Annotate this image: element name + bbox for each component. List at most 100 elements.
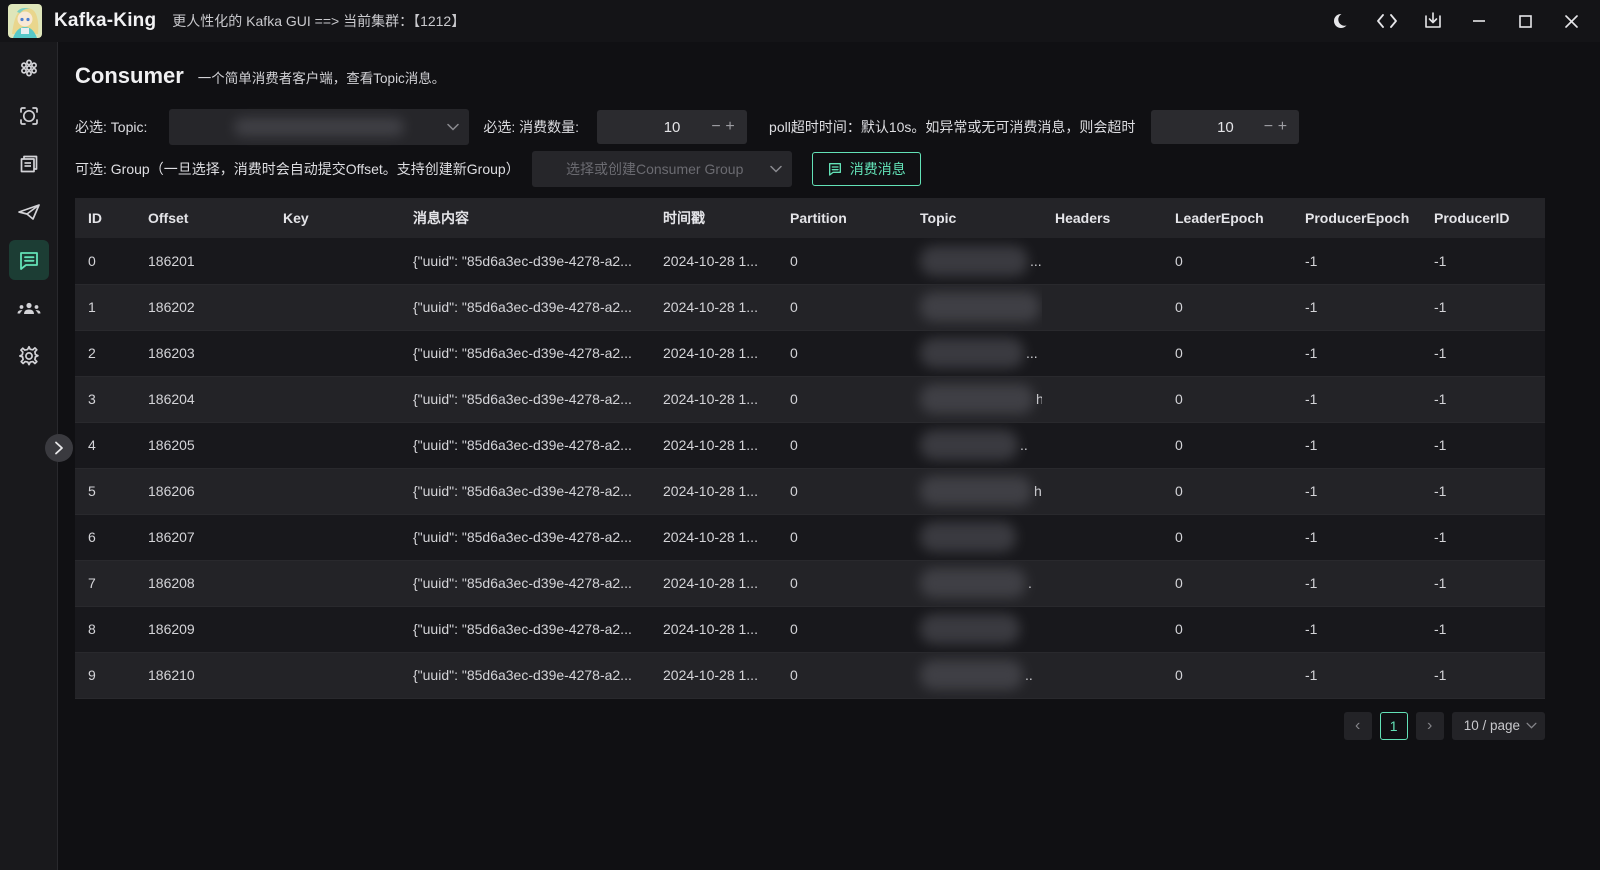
sidebar-item-consumer[interactable]	[9, 240, 49, 280]
cell-leader-epoch: 0	[1162, 560, 1292, 606]
cell-key	[270, 376, 400, 422]
next-page-button[interactable]: ›	[1416, 712, 1444, 740]
topic-redacted-pill	[920, 614, 1020, 644]
cell-offset: 186206	[135, 468, 270, 514]
table-row[interactable]: 8 186209 {"uuid": "85d6a3ec-d39e-4278-a2…	[75, 606, 1545, 652]
chevron-down-icon	[1526, 722, 1537, 729]
cell-producer-id: -1	[1421, 376, 1545, 422]
col-headers: Headers	[1042, 198, 1162, 238]
topic-redacted-pill	[920, 522, 1016, 552]
table-row[interactable]: 6 186207 {"uuid": "85d6a3ec-d39e-4278-a2…	[75, 514, 1545, 560]
page-size-select[interactable]: 10 / page	[1452, 712, 1545, 740]
close-button[interactable]	[1554, 4, 1588, 38]
consume-messages-button[interactable]: 消费消息	[812, 152, 921, 186]
poll-plus-button[interactable]: +	[1275, 119, 1289, 135]
sidebar-item-topics[interactable]	[9, 144, 49, 184]
cell-leader-epoch: 0	[1162, 606, 1292, 652]
col-partition: Partition	[777, 198, 907, 238]
cell-id: 9	[75, 652, 135, 698]
cell-offset: 186203	[135, 330, 270, 376]
topic-suffix: ..	[1020, 437, 1028, 453]
maximize-button[interactable]	[1508, 4, 1542, 38]
cell-headers	[1042, 284, 1162, 330]
col-producer-id: ProducerID	[1421, 198, 1545, 238]
cell-producer-id: -1	[1421, 468, 1545, 514]
topic-redacted-pill	[920, 476, 1032, 506]
cell-key	[270, 606, 400, 652]
poll-timeout-value: 10	[1217, 119, 1234, 136]
cell-headers	[1042, 376, 1162, 422]
cell-timestamp: 2024-10-28 1...	[650, 652, 777, 698]
table-header-row: ID Offset Key 消息内容 时间戳 Partition Topic H…	[75, 198, 1545, 238]
cell-producer-epoch: -1	[1292, 560, 1421, 606]
quantity-stepper[interactable]: 10 − +	[597, 110, 747, 144]
topic-redacted-pill	[920, 246, 1028, 276]
sidebar-item-monitor[interactable]	[9, 96, 49, 136]
minimize-button[interactable]	[1462, 4, 1496, 38]
app-logo-avatar	[8, 4, 42, 38]
table-row[interactable]: 3 186204 {"uuid": "85d6a3ec-d39e-4278-a2…	[75, 376, 1545, 422]
cell-partition: 0	[777, 238, 907, 284]
sidebar-item-groups[interactable]	[9, 288, 49, 328]
poll-timeout-stepper[interactable]: 10 − +	[1151, 110, 1299, 144]
table-row[interactable]: 0 186201 {"uuid": "85d6a3ec-d39e-4278-a2…	[75, 238, 1545, 284]
monitor-icon	[17, 104, 41, 128]
cell-leader-epoch: 0	[1162, 514, 1292, 560]
cell-partition: 0	[777, 468, 907, 514]
cell-producer-epoch: -1	[1292, 422, 1421, 468]
cell-leader-epoch: 0	[1162, 422, 1292, 468]
cell-producer-id: -1	[1421, 330, 1545, 376]
cell-id: 2	[75, 330, 135, 376]
pagination: ‹ 1 › 10 / page	[75, 712, 1545, 740]
sidebar-expand-handle[interactable]	[45, 434, 73, 462]
cell-offset: 186202	[135, 284, 270, 330]
sidebar-item-settings[interactable]	[9, 336, 49, 376]
topic-redacted-pill	[920, 384, 1034, 414]
cell-id: 1	[75, 284, 135, 330]
import-download-icon[interactable]	[1416, 4, 1450, 38]
col-offset: Offset	[135, 198, 270, 238]
prev-page-button[interactable]: ‹	[1344, 712, 1372, 740]
code-icon[interactable]	[1370, 4, 1404, 38]
cell-topic: h...	[907, 468, 1042, 514]
table-row[interactable]: 4 186205 {"uuid": "85d6a3ec-d39e-4278-a2…	[75, 422, 1545, 468]
cell-topic	[907, 606, 1042, 652]
cell-headers	[1042, 468, 1162, 514]
cell-topic: ..	[907, 422, 1042, 468]
people-icon	[16, 296, 42, 320]
cell-partition: 0	[777, 606, 907, 652]
table-row[interactable]: 9 186210 {"uuid": "85d6a3ec-d39e-4278-a2…	[75, 652, 1545, 698]
group-select[interactable]: 选择或创建Consumer Group	[532, 151, 792, 187]
cell-timestamp: 2024-10-28 1...	[650, 468, 777, 514]
cell-partition: 0	[777, 652, 907, 698]
cell-producer-id: -1	[1421, 560, 1545, 606]
cell-offset: 186201	[135, 238, 270, 284]
cell-leader-epoch: 0	[1162, 468, 1292, 514]
cell-id: 0	[75, 238, 135, 284]
cell-producer-id: -1	[1421, 238, 1545, 284]
cell-partition: 0	[777, 422, 907, 468]
cell-leader-epoch: 0	[1162, 330, 1292, 376]
table-row[interactable]: 2 186203 {"uuid": "85d6a3ec-d39e-4278-a2…	[75, 330, 1545, 376]
quantity-plus-button[interactable]: +	[723, 119, 737, 135]
cell-producer-id: -1	[1421, 652, 1545, 698]
table-row[interactable]: 1 186202 {"uuid": "85d6a3ec-d39e-4278-a2…	[75, 284, 1545, 330]
current-page-button[interactable]: 1	[1380, 712, 1408, 740]
cell-partition: 0	[777, 560, 907, 606]
consumer-controls-row-2: 可选: Group（一旦选择，消费时会自动提交Offset。支持创建新Group…	[75, 151, 1600, 187]
sidebar-item-cluster[interactable]	[9, 48, 49, 88]
cell-offset: 186205	[135, 422, 270, 468]
quantity-minus-button[interactable]: −	[709, 119, 723, 135]
poll-timeout-label: poll超时时间：默认10s。如异常或无可消费消息，则会超时	[769, 117, 1135, 137]
group-select-placeholder: 选择或创建Consumer Group	[566, 159, 757, 179]
poll-minus-button[interactable]: −	[1261, 119, 1275, 135]
theme-toggle-moon-icon[interactable]	[1324, 4, 1358, 38]
sidebar-item-producer[interactable]	[9, 192, 49, 232]
cell-key	[270, 652, 400, 698]
cell-producer-epoch: -1	[1292, 468, 1421, 514]
topic-select[interactable]	[169, 109, 469, 145]
cell-offset: 186209	[135, 606, 270, 652]
table-row[interactable]: 5 186206 {"uuid": "85d6a3ec-d39e-4278-a2…	[75, 468, 1545, 514]
table-row[interactable]: 7 186208 {"uuid": "85d6a3ec-d39e-4278-a2…	[75, 560, 1545, 606]
cell-id: 5	[75, 468, 135, 514]
